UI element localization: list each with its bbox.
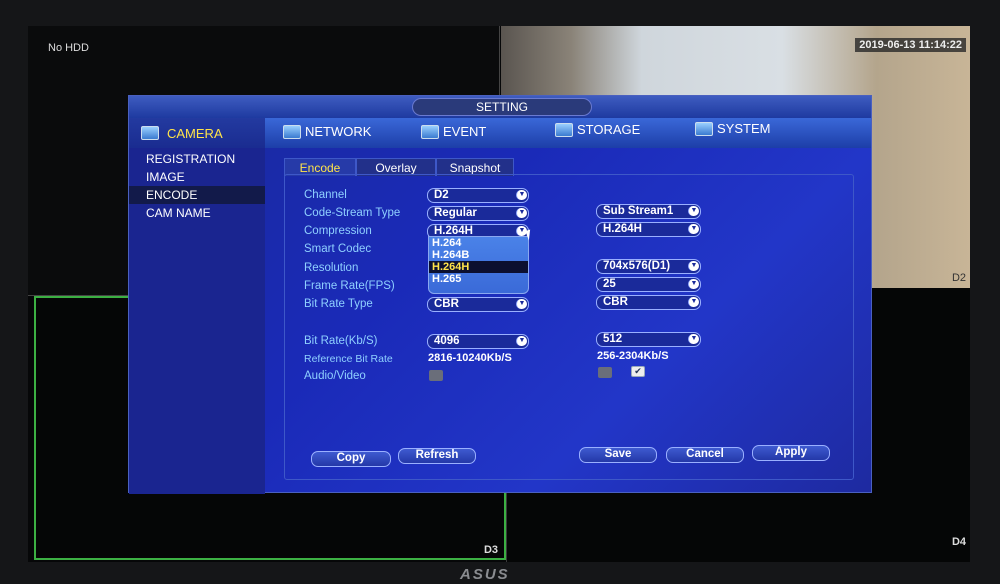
sub-frame-rate-value: 25 <box>603 278 616 290</box>
channel-dropdown[interactable]: D2 ▼ <box>427 188 529 203</box>
nav-event-label: EVENT <box>443 124 487 139</box>
network-icon <box>283 124 301 139</box>
dialog-title: SETTING <box>412 98 592 116</box>
chevron-down-icon: ▼ <box>688 334 699 344</box>
compression-option-selected[interactable]: H.264H <box>429 261 528 273</box>
top-nav: NETWORK EVENT STORAGE SYSTEM <box>265 118 871 148</box>
audio-video-label: Audio/Video <box>304 370 366 382</box>
monitor-logo: ASUS <box>460 566 510 583</box>
sub-resolution-value: 704x576(D1) <box>603 260 671 272</box>
camera-icon <box>141 126 159 140</box>
sub-stream-dropdown[interactable]: Sub Stream1 ▼ <box>596 204 701 219</box>
apply-button[interactable]: Apply <box>752 445 830 461</box>
audio-video-main-checkbox[interactable] <box>429 370 443 381</box>
chevron-down-icon: ▼ <box>688 224 699 234</box>
title-bar: SETTING <box>129 96 871 118</box>
nav-storage-label: STORAGE <box>577 122 641 137</box>
compression-label: Compression <box>304 225 372 237</box>
chevron-down-icon: ▼ <box>516 299 527 309</box>
nav-system-label: SYSTEM <box>717 121 771 136</box>
reference-bit-rate-main: 2816-10240Kb/S <box>428 352 512 364</box>
system-icon <box>695 121 713 136</box>
nav-network[interactable]: NETWORK <box>283 124 371 139</box>
sub-bit-rate-value: 512 <box>603 333 623 345</box>
channel-label: Channel <box>304 189 347 201</box>
camera-menu[interactable]: CAMERA <box>129 118 265 148</box>
sidebar-item-image[interactable]: IMAGE <box>129 168 265 186</box>
save-button[interactable]: Save <box>579 447 657 463</box>
channel-label-d4: D4 <box>951 536 966 548</box>
nav-event[interactable]: EVENT <box>421 124 486 139</box>
compression-dropdown-menu: H.264 H.264B H.264H H.265 <box>428 236 529 294</box>
compression-option[interactable]: H.265 <box>429 273 528 285</box>
audio-video-sub-checkbox-1[interactable] <box>598 367 612 378</box>
audio-video-sub-checkbox-2[interactable]: ✔ <box>631 366 645 377</box>
channel-label-d3: D3 <box>483 544 498 556</box>
sub-compression-dropdown[interactable]: H.264H ▼ <box>596 222 701 237</box>
bit-rate-label: Bit Rate(Kb/S) <box>304 335 378 347</box>
sidebar-item-encode[interactable]: ENCODE <box>129 186 265 204</box>
copy-button[interactable]: Copy <box>311 451 391 467</box>
sub-bit-rate-type-dropdown[interactable]: CBR ▼ <box>596 295 701 310</box>
no-hdd-label: No HDD <box>48 42 89 54</box>
chevron-down-icon: ▼ <box>516 208 527 218</box>
chevron-down-icon: ▼ <box>688 297 699 307</box>
sub-bit-rate-dropdown[interactable]: 512 ▼ <box>596 332 701 347</box>
sub-bit-rate-type-value: CBR <box>603 296 628 308</box>
nav-storage[interactable]: STORAGE <box>555 122 640 137</box>
encode-panel <box>284 174 854 480</box>
code-stream-dropdown[interactable]: Regular ▼ <box>427 206 529 221</box>
nav-network-label: NETWORK <box>305 124 372 139</box>
bit-rate-type-dropdown[interactable]: CBR ▼ <box>427 297 529 312</box>
storage-icon <box>555 122 573 137</box>
timestamp: 2019-06-13 11:14:22 <box>855 38 966 52</box>
code-stream-value: Regular <box>434 207 477 219</box>
bit-rate-type-label: Bit Rate Type <box>304 298 373 310</box>
chevron-down-icon: ▼ <box>688 261 699 271</box>
sidebar: CAMERA REGISTRATION IMAGE ENCODE CAM NAM… <box>129 118 265 494</box>
chevron-down-icon: ▼ <box>516 190 527 200</box>
cancel-button[interactable]: Cancel <box>666 447 744 463</box>
camera-label: CAMERA <box>167 125 223 141</box>
sub-compression-value: H.264H <box>603 223 642 235</box>
sidebar-item-cam-name[interactable]: CAM NAME <box>129 204 265 222</box>
event-icon <box>421 124 439 139</box>
sub-frame-rate-dropdown[interactable]: 25 ▼ <box>596 277 701 292</box>
bit-rate-value: 4096 <box>434 335 460 347</box>
nav-system[interactable]: SYSTEM <box>695 121 770 136</box>
compression-option[interactable]: H.264B <box>429 249 528 261</box>
sub-resolution-dropdown[interactable]: 704x576(D1) ▼ <box>596 259 701 274</box>
compression-option[interactable]: H.264 <box>429 237 528 249</box>
resolution-label: Resolution <box>304 262 359 274</box>
reference-bit-rate-label: Reference Bit Rate <box>304 353 393 365</box>
bit-rate-dropdown[interactable]: 4096 ▼ <box>427 334 529 349</box>
channel-label-d2: D2 <box>951 272 966 284</box>
chevron-down-icon: ▼ <box>688 279 699 289</box>
refresh-button[interactable]: Refresh <box>398 448 476 464</box>
bit-rate-type-value: CBR <box>434 298 459 310</box>
setting-dialog: SETTING CAMERA REGISTRATION IMAGE ENCODE… <box>128 95 872 494</box>
code-stream-label: Code-Stream Type <box>304 207 401 219</box>
sidebar-item-registration[interactable]: REGISTRATION <box>129 150 265 168</box>
chevron-down-icon: ▼ <box>516 336 527 346</box>
smart-codec-label: Smart Codec <box>304 243 372 255</box>
frame-rate-label: Frame Rate(FPS) <box>304 280 395 292</box>
channel-value: D2 <box>434 189 449 201</box>
chevron-down-icon: ▼ <box>688 206 699 216</box>
reference-bit-rate-sub: 256-2304Kb/S <box>597 350 669 362</box>
sub-stream-value: Sub Stream1 <box>603 205 674 217</box>
